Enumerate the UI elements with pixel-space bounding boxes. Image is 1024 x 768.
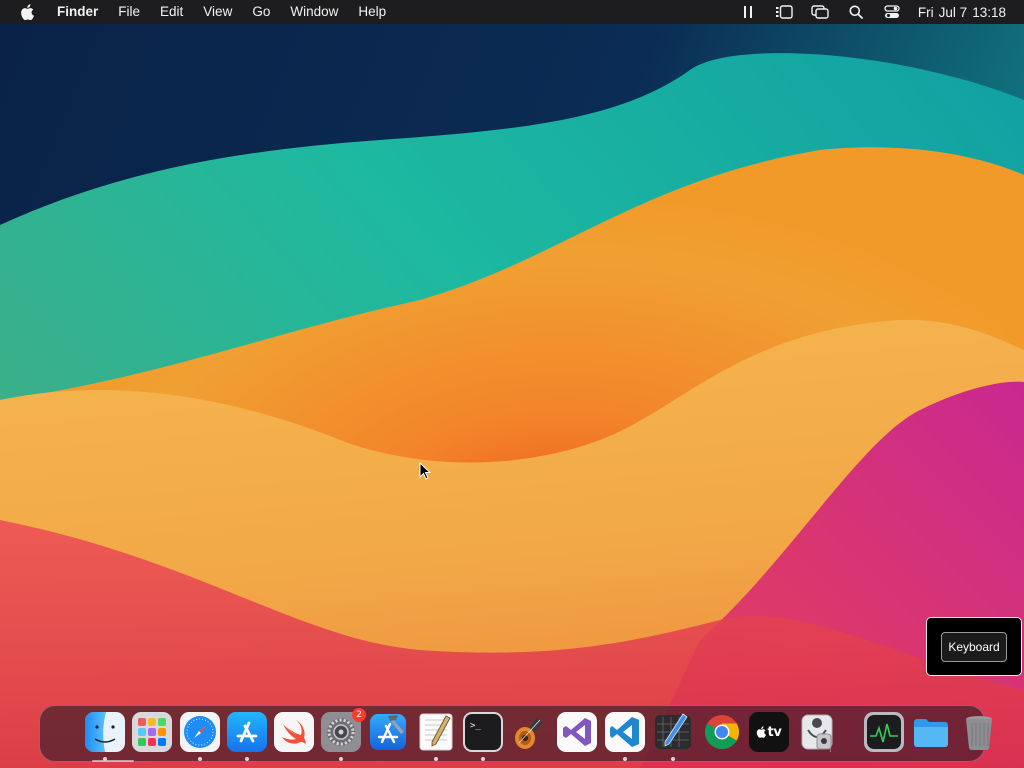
sound-waves-icon[interactable] [737, 0, 759, 24]
apple-tv-label: tv [749, 712, 789, 752]
apple-menu-button[interactable] [16, 0, 38, 24]
dock-instruments[interactable] [653, 712, 693, 752]
apple-logo-icon [21, 4, 34, 20]
dock-trash[interactable] [959, 712, 999, 752]
stage-manager-icon[interactable] [773, 0, 795, 24]
clock-date: Jul 7 [938, 4, 968, 20]
screen-mirroring-icon[interactable] [809, 0, 831, 24]
dock-xcode[interactable] [368, 712, 408, 752]
control-center-icon[interactable] [881, 0, 903, 24]
dock-visual-studio[interactable] [557, 712, 597, 752]
chrome-icon [702, 712, 742, 752]
dock-textedit[interactable] [416, 712, 456, 752]
clock-day: Fri [917, 4, 934, 20]
running-indicator [623, 757, 627, 761]
finder-icon [85, 712, 125, 752]
running-indicator [481, 757, 485, 761]
wallpaper [0, 0, 1024, 768]
visual-studio-icon [557, 712, 597, 752]
dock-apple-tv[interactable]: tv [749, 712, 789, 752]
svg-text:>_: >_ [470, 721, 481, 731]
swift-icon [274, 712, 314, 752]
dock-system-information[interactable] [797, 712, 837, 752]
activity-monitor-icon [864, 712, 904, 752]
app-store-icon [227, 712, 267, 752]
dock-app-store[interactable] [227, 712, 267, 752]
menu-help[interactable]: Help [348, 0, 396, 24]
mouse-cursor-icon [419, 462, 431, 480]
menu-view[interactable]: View [193, 0, 242, 24]
menu-bar: Finder File Edit View Go Window Help Fri… [0, 0, 1024, 24]
trash-icon [959, 712, 999, 752]
terminal-icon: >_ [463, 712, 503, 752]
launchpad-icon [132, 712, 172, 752]
dock-garageband[interactable] [510, 712, 550, 752]
vscode-icon [605, 712, 645, 752]
notification-badge: 2 [352, 708, 366, 722]
dock-swift[interactable] [274, 712, 314, 752]
dock-terminal[interactable]: >_ [463, 712, 503, 752]
dock-downloads-folder[interactable] [911, 712, 951, 752]
dock: 2 >_ tv [39, 705, 992, 762]
dock-launchpad[interactable] [132, 712, 172, 752]
dock-vscode[interactable] [605, 712, 645, 752]
xcode-icon [368, 712, 408, 752]
menu-file[interactable]: File [108, 0, 150, 24]
textedit-icon [416, 712, 456, 752]
app-menu-finder[interactable]: Finder [47, 0, 108, 24]
running-indicator [434, 757, 438, 761]
running-indicator [671, 757, 675, 761]
garageband-icon [510, 712, 550, 752]
menu-go[interactable]: Go [242, 0, 280, 24]
desktop[interactable]: Finder File Edit View Go Window Help Fri… [0, 0, 1024, 768]
spotlight-search-icon[interactable] [845, 0, 867, 24]
downloads-folder-icon [911, 712, 951, 752]
clock-time: 13:18 [972, 4, 1006, 20]
menu-window[interactable]: Window [280, 0, 348, 24]
dock-safari[interactable] [180, 712, 220, 752]
running-indicator [339, 757, 343, 761]
menu-bar-clock[interactable]: Fri Jul 7 13:18 [918, 5, 1006, 20]
keyboard-widget: Keyboard [926, 617, 1022, 676]
running-indicator [103, 757, 107, 761]
dock-finder[interactable] [85, 712, 125, 752]
running-indicator [245, 757, 249, 761]
instruments-icon [653, 712, 693, 752]
keyboard-button[interactable]: Keyboard [941, 631, 1007, 662]
menu-edit[interactable]: Edit [150, 0, 193, 24]
safari-icon [180, 712, 220, 752]
system-information-icon [797, 712, 837, 752]
dock-active-indicator [92, 760, 134, 762]
dock-chrome[interactable] [702, 712, 742, 752]
apple-tv-text: tv [767, 724, 782, 740]
running-indicator [198, 757, 202, 761]
dock-system-settings[interactable]: 2 [321, 708, 366, 752]
dock-activity-monitor[interactable] [864, 712, 904, 752]
